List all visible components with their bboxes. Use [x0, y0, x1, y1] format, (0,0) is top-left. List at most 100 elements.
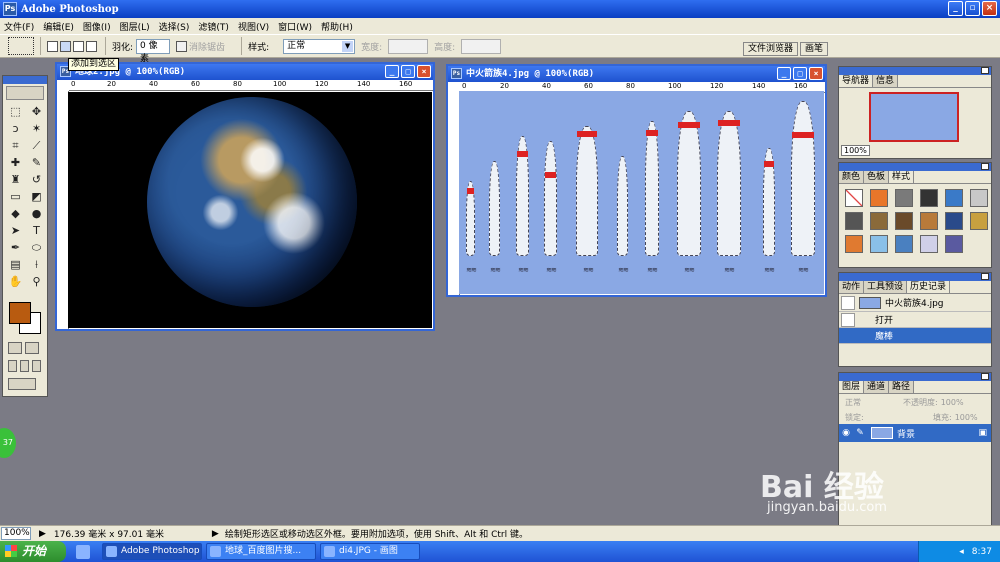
style-swatch[interactable] — [895, 212, 913, 230]
palette-close-icon[interactable] — [981, 67, 989, 74]
eyedropper-icon[interactable]: ⟊ — [27, 257, 46, 273]
notes-tool-icon[interactable]: ▤ — [6, 257, 25, 273]
minimize-button[interactable]: _ — [948, 1, 963, 16]
brush-tool-icon[interactable]: ✎ — [27, 155, 46, 171]
doc-maximize-button[interactable]: □ — [401, 65, 415, 78]
layer-row-background[interactable]: ◉ ✎ 背景 ▣ — [839, 424, 991, 442]
tab-color[interactable]: 颜色 — [839, 171, 865, 183]
menu-edit[interactable]: 编辑(E) — [43, 20, 74, 33]
menu-select[interactable]: 选择(S) — [159, 20, 190, 33]
move-tool-icon[interactable]: ✥ — [27, 104, 46, 120]
style-swatch[interactable] — [920, 235, 938, 253]
menu-filter[interactable]: 滤镜(T) — [198, 20, 229, 33]
tab-swatches[interactable]: 色板 — [864, 171, 890, 183]
tab-actions[interactable]: 动作 — [839, 281, 865, 293]
tab-info[interactable]: 信息 — [873, 75, 899, 87]
fill-value[interactable]: 100% — [955, 413, 978, 422]
menu-window[interactable]: 窗口(W) — [278, 20, 312, 33]
history-brush-source-icon[interactable] — [841, 295, 855, 310]
start-button[interactable]: 开始 — [0, 541, 66, 562]
style-swatch[interactable] — [945, 235, 963, 253]
subtract-selection-icon[interactable] — [73, 40, 84, 52]
crop-tool-icon[interactable]: ⌗ — [6, 138, 25, 154]
tab-styles[interactable]: 样式 — [889, 171, 915, 183]
shape-tool-icon[interactable]: ⬭ — [27, 240, 46, 256]
style-swatch[interactable] — [845, 212, 863, 230]
new-selection-icon[interactable] — [47, 40, 58, 52]
width-input[interactable] — [388, 38, 429, 54]
doc-maximize-button[interactable]: □ — [793, 67, 807, 80]
quicklaunch-icon[interactable] — [76, 544, 90, 559]
doc-title-rockets[interactable]: Ps 中火箭族4.jpg @ 100%(RGB) _ □ × — [448, 66, 825, 82]
zoom-tool-icon[interactable]: ⚲ — [27, 274, 46, 290]
navigator-zoom-field[interactable]: 100% — [841, 145, 870, 156]
opacity-value[interactable]: 100% — [941, 398, 964, 407]
style-swatch[interactable] — [895, 189, 913, 207]
tab-tool-presets[interactable]: 工具预设 — [864, 281, 908, 293]
doc-close-button[interactable]: × — [417, 65, 431, 78]
tray-icon[interactable]: ◂ — [959, 547, 964, 557]
hand-tool-icon[interactable]: ✋ — [6, 274, 25, 290]
brushes-tab[interactable]: 画笔 — [799, 42, 828, 56]
restore-button[interactable]: ▫ — [965, 1, 980, 16]
feather-input[interactable]: 0 像素 — [136, 38, 171, 64]
jump-to-imageready-icon[interactable] — [8, 378, 36, 390]
lasso-tool-icon[interactable]: ↄ — [6, 121, 25, 137]
screen-mode-standard-icon[interactable] — [8, 360, 17, 372]
history-snapshot[interactable]: 中火箭族4.jpg — [839, 294, 991, 312]
style-select[interactable]: 正常 — [283, 38, 356, 54]
history-item-magic-wand[interactable]: 魔棒 — [839, 328, 991, 344]
tool-preset-picker[interactable] — [8, 37, 34, 55]
doc-minimize-button[interactable]: _ — [777, 67, 791, 80]
healing-brush-icon[interactable]: ✚ — [6, 155, 25, 171]
height-input[interactable] — [461, 38, 502, 54]
menu-view[interactable]: 视图(V) — [238, 20, 269, 33]
style-swatch[interactable] — [970, 212, 988, 230]
style-swatch[interactable] — [870, 235, 888, 253]
palette-close-icon[interactable] — [981, 273, 989, 280]
type-tool-icon[interactable]: T — [27, 223, 46, 239]
style-swatch[interactable] — [870, 212, 888, 230]
style-swatch[interactable] — [845, 235, 863, 253]
foreground-color-swatch[interactable] — [9, 302, 31, 324]
standard-mode-icon[interactable] — [8, 342, 22, 354]
task-browser[interactable]: 地球_百度图片搜... — [206, 543, 316, 560]
style-swatch[interactable] — [870, 189, 888, 207]
blend-mode-select[interactable]: 正常 — [845, 397, 897, 408]
tab-layers[interactable]: 图层 — [839, 381, 865, 393]
eraser-tool-icon[interactable]: ▭ — [6, 189, 25, 205]
style-swatch[interactable] — [920, 189, 938, 207]
style-swatch[interactable] — [895, 235, 913, 253]
gradient-tool-icon[interactable]: ◩ — [27, 189, 46, 205]
doc-minimize-button[interactable]: _ — [385, 65, 399, 78]
tab-paths[interactable]: 路径 — [889, 381, 915, 393]
navigator-thumbnail[interactable] — [869, 92, 959, 142]
tab-navigator[interactable]: 导航器 — [839, 75, 874, 87]
style-swatch[interactable] — [970, 189, 988, 207]
palette-close-icon[interactable] — [981, 163, 989, 170]
quickmask-mode-icon[interactable] — [25, 342, 39, 354]
earth-canvas[interactable] — [68, 92, 432, 328]
style-swatch[interactable] — [945, 189, 963, 207]
history-item-open[interactable]: 打开 — [839, 312, 991, 328]
eye-icon[interactable]: ◉ — [839, 428, 853, 438]
task-photoshop[interactable]: Adobe Photoshop — [102, 543, 202, 560]
adobe-online-icon[interactable] — [6, 86, 44, 100]
intersect-selection-icon[interactable] — [86, 40, 97, 52]
dodge-tool-icon[interactable]: ● — [27, 206, 46, 222]
style-swatch[interactable] — [970, 235, 988, 253]
task-paint[interactable]: di4.JPG - 画图 — [320, 543, 420, 560]
close-button[interactable]: × — [982, 1, 997, 16]
pen-tool-icon[interactable]: ✒ — [6, 240, 25, 256]
menu-file[interactable]: 文件(F) — [4, 20, 34, 33]
style-swatch[interactable] — [920, 212, 938, 230]
style-swatch[interactable] — [845, 189, 863, 207]
menu-image[interactable]: 图像(I) — [83, 20, 111, 33]
add-to-selection-icon[interactable] — [60, 40, 71, 52]
horizontal-ruler[interactable]: 0 20 40 60 80 100 120 140 160 — [69, 80, 433, 91]
magic-wand-icon[interactable]: ✶ — [27, 121, 46, 137]
file-browser-tab[interactable]: 文件浏览器 — [742, 42, 798, 56]
clone-stamp-icon[interactable]: ♜ — [6, 172, 25, 188]
style-swatch[interactable] — [945, 212, 963, 230]
zoom-field[interactable]: 100% — [1, 527, 31, 540]
